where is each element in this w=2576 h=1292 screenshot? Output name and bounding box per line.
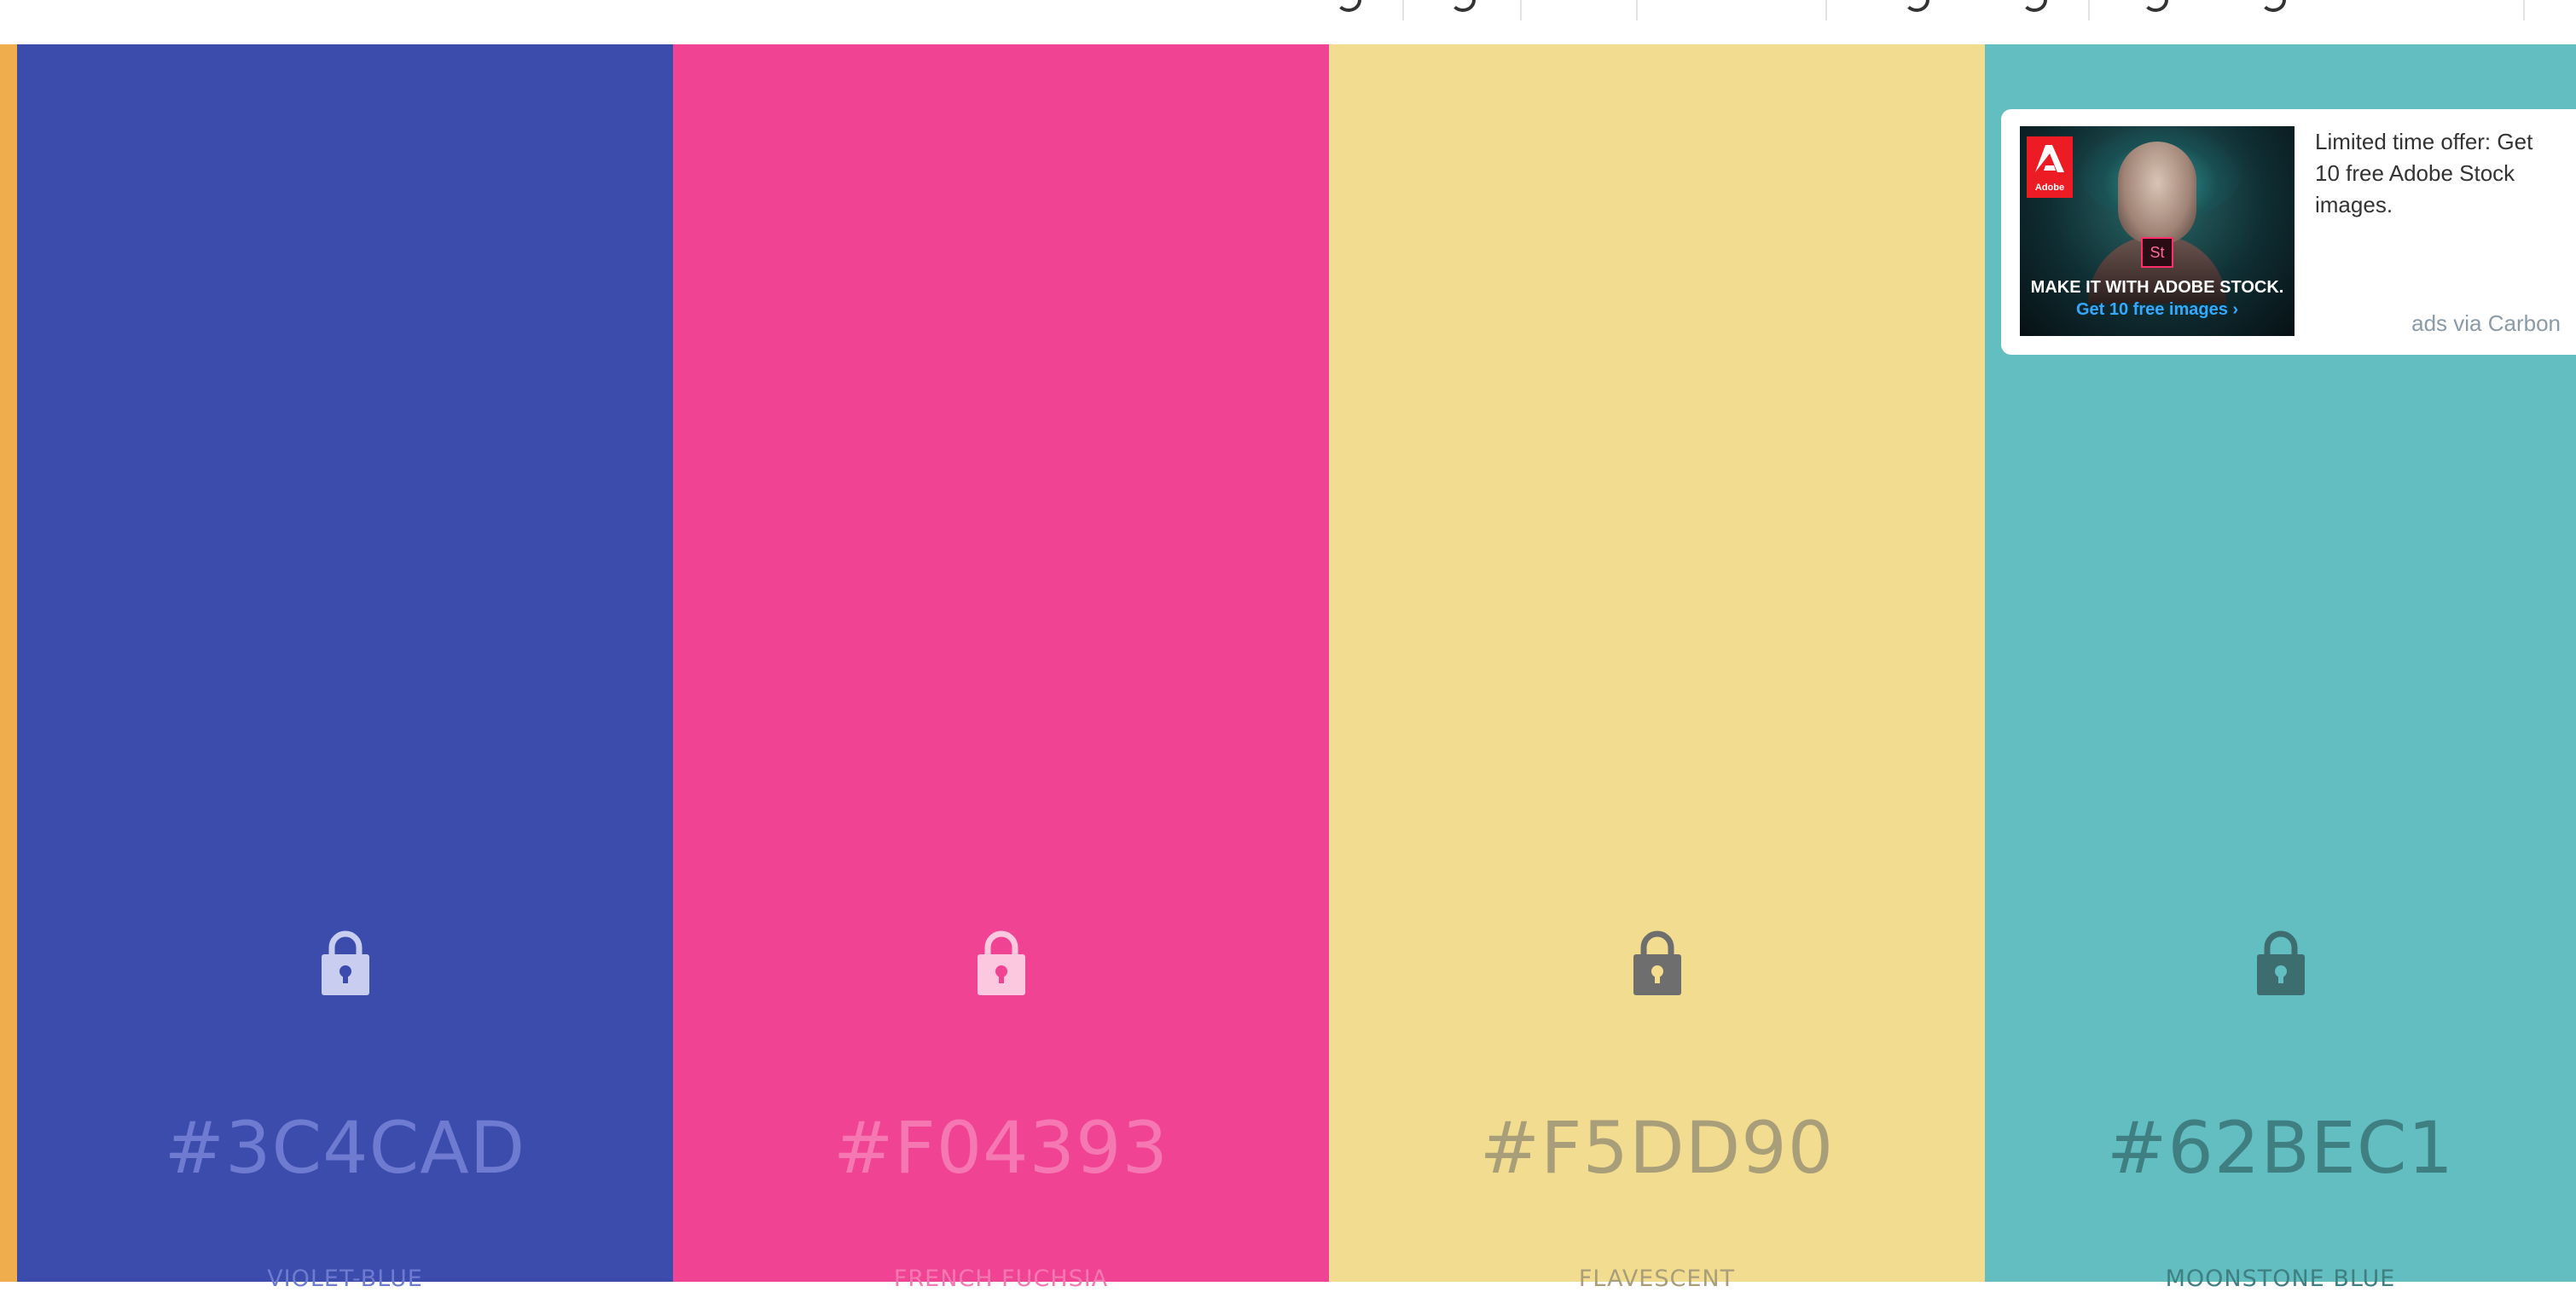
adobe-logo-icon: Adobe: [2027, 136, 2073, 198]
color-name: VIOLET-BLUE: [267, 1266, 423, 1292]
color-hex-code[interactable]: #F5DD90: [1329, 1106, 1985, 1190]
color-name: FRENCH FUCHSIA: [893, 1266, 1109, 1292]
toolbar-icon-fragment[interactable]: [2260, 0, 2286, 12]
color-hex-code[interactable]: #62BEC1: [1985, 1106, 2576, 1190]
color-swatch[interactable]: #3C4CAD VIOLET-BLUE: [17, 44, 673, 1292]
ad-image[interactable]: Adobe St MAKE IT WITH ADOBE STOCK. Get 1…: [2020, 126, 2295, 336]
carbon-ad: Adobe St MAKE IT WITH ADOBE STOCK. Get 1…: [2001, 109, 2576, 355]
color-name: FLAVESCENT: [1578, 1266, 1736, 1292]
toolbar-divider: [2523, 0, 2525, 20]
toolbar-divider: [1402, 0, 1404, 20]
color-swatch[interactable]: #F04393 FRENCH FUCHSIA: [673, 44, 1329, 1292]
ad-image-face: [2118, 142, 2196, 244]
toolbar-icon-fragment[interactable]: [1904, 0, 1929, 12]
ad-image-cta: Get 10 free images ›: [2075, 300, 2239, 319]
toolbar-icon-fragment[interactable]: [1336, 0, 1361, 12]
color-hex-code[interactable]: #F04393: [673, 1106, 1329, 1190]
lock-icon[interactable]: [2255, 929, 2306, 997]
lock-icon[interactable]: [320, 929, 371, 997]
toolbar-icon-fragment[interactable]: [2022, 0, 2047, 12]
stock-badge: St: [2141, 237, 2173, 268]
toolbar-icon-fragment[interactable]: [1450, 0, 1476, 12]
top-toolbar: [0, 0, 2576, 45]
ads-via-carbon-link[interactable]: ads via Carbon: [2411, 310, 2561, 337]
toolbar-icon-fragment[interactable]: [2143, 0, 2168, 12]
toolbar-divider: [1636, 0, 1638, 20]
toolbar-divider: [2088, 0, 2090, 20]
adobe-logo-text: Adobe: [2034, 183, 2065, 193]
left-accent-strip: [0, 44, 17, 1282]
lock-icon[interactable]: [1632, 929, 1683, 997]
ad-text-link[interactable]: Limited time offer: Get 10 free Adobe St…: [2315, 126, 2554, 221]
color-swatch[interactable]: #F5DD90 FLAVESCENT: [1329, 44, 1985, 1292]
lock-icon[interactable]: [976, 929, 1027, 997]
color-name: MOONSTONE BLUE: [2165, 1266, 2396, 1292]
ad-image-headline: MAKE IT WITH ADOBE STOCK.: [2030, 278, 2284, 297]
toolbar-divider: [1520, 0, 1522, 20]
color-hex-code[interactable]: #3C4CAD: [17, 1106, 673, 1190]
toolbar-divider: [1825, 0, 1827, 20]
